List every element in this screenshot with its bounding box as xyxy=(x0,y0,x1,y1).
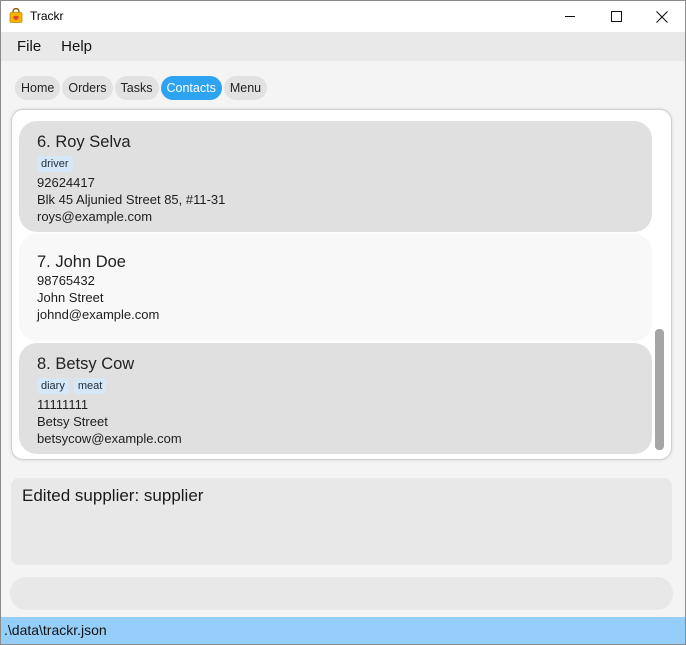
window-title: Trackr xyxy=(30,9,64,23)
contact-phone: 98765432 xyxy=(37,273,95,288)
minimize-icon xyxy=(564,16,575,17)
app-window: Trackr File Help Home Orders Tasks Conta… xyxy=(0,0,686,645)
contact-email: johnd@example.com xyxy=(37,307,160,322)
result-text: Edited supplier: supplier xyxy=(22,486,204,505)
tab-tasks[interactable]: Tasks xyxy=(114,76,159,100)
data-file-path: .\data\trackr.json xyxy=(4,622,107,638)
maximize-button[interactable] xyxy=(593,1,639,32)
contact-email: betsycow@example.com xyxy=(37,431,182,446)
contact-tags: diary meat xyxy=(37,378,634,394)
tab-bar: Home Orders Tasks Contacts Menu xyxy=(15,76,268,100)
contact-tags: driver xyxy=(37,156,634,172)
contact-address: Blk 45 Aljunied Street 85, #11-31 xyxy=(37,192,226,207)
contact-card[interactable]: 8. Betsy Cow diary meat 11111111 Betsy S… xyxy=(19,343,652,454)
tab-menu[interactable]: Menu xyxy=(223,76,268,100)
contact-tag: meat xyxy=(73,378,107,394)
menu-help[interactable]: Help xyxy=(51,32,102,61)
minimize-button[interactable] xyxy=(547,1,593,32)
contact-name: 7. John Doe xyxy=(37,253,126,271)
title-bar: Trackr xyxy=(1,1,685,32)
contact-name: 8. Betsy Cow xyxy=(37,355,135,373)
menu-file[interactable]: File xyxy=(7,32,51,61)
tab-home[interactable]: Home xyxy=(15,76,61,100)
contact-email: roys@example.com xyxy=(37,209,153,224)
maximize-icon xyxy=(610,11,622,22)
contact-phone: 92624417 xyxy=(37,175,95,190)
close-icon xyxy=(656,10,668,23)
scrollbar-thumb[interactable] xyxy=(655,329,664,450)
tab-orders[interactable]: Orders xyxy=(62,76,113,100)
contact-list[interactable]: 6. Roy Selva driver 92624417 Blk 45 Alju… xyxy=(11,109,672,460)
contact-phone: 11111111 xyxy=(37,397,89,412)
contact-address: John Street xyxy=(37,290,104,305)
contact-address: Betsy Street xyxy=(37,414,108,429)
tab-contacts[interactable]: Contacts xyxy=(160,76,222,100)
contact-tag: diary xyxy=(37,378,69,394)
contact-tag: driver xyxy=(37,156,73,172)
contact-name: 6. Roy Selva xyxy=(37,133,131,151)
shopping-bag-icon xyxy=(9,8,23,23)
menu-bar: File Help xyxy=(1,32,685,61)
close-button[interactable] xyxy=(639,1,685,32)
status-bar: .\data\trackr.json xyxy=(1,617,685,644)
contact-card[interactable]: 7. John Doe 98765432 John Street johnd@e… xyxy=(19,234,652,341)
command-input[interactable] xyxy=(10,577,673,610)
contact-card[interactable]: 6. Roy Selva driver 92624417 Blk 45 Alju… xyxy=(19,121,652,232)
result-display: Edited supplier: supplier xyxy=(11,478,672,565)
